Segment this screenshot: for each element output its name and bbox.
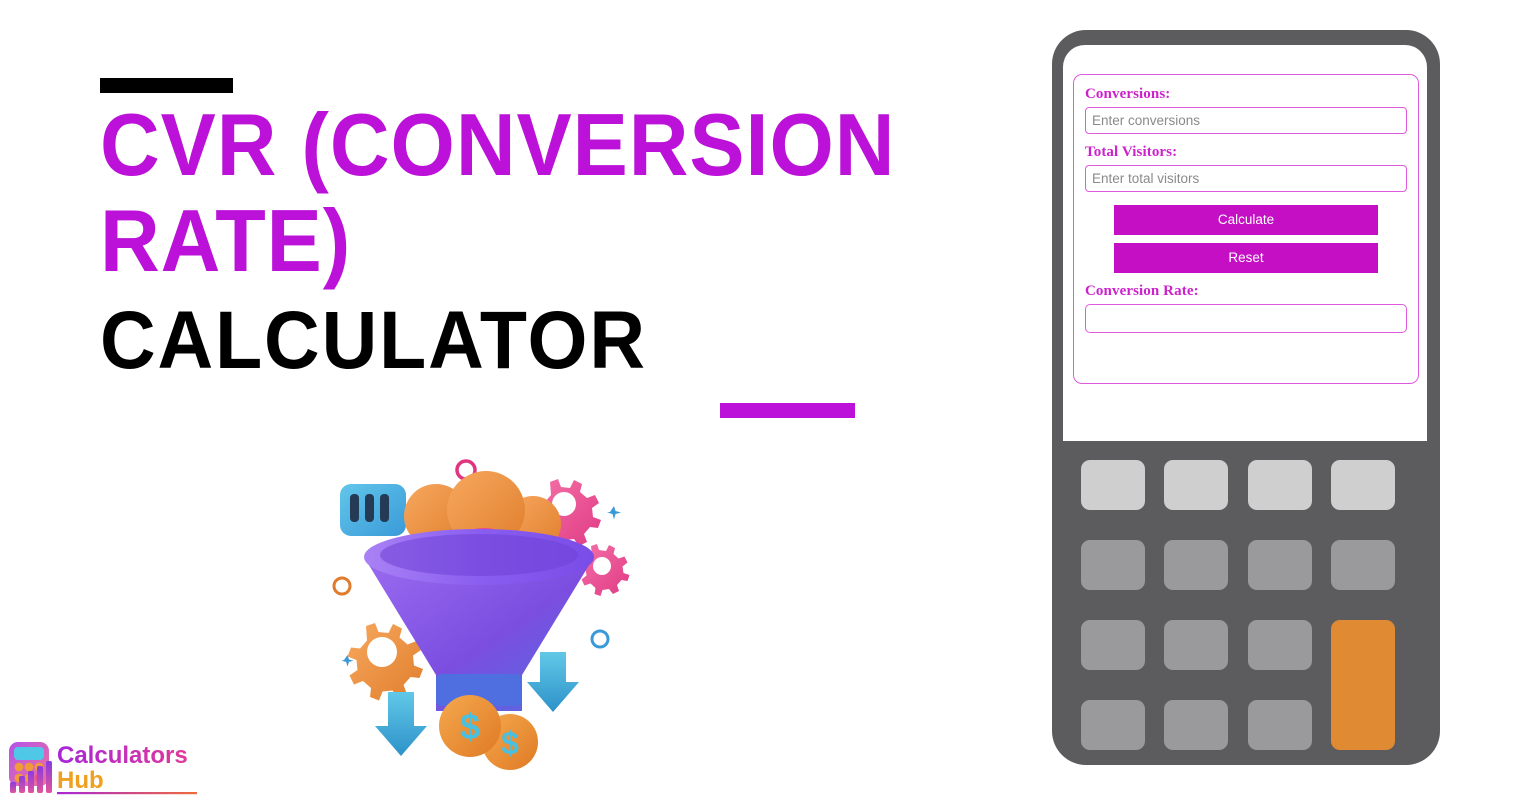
calculators-hub-logo[interactable]: Calculators Hub [4, 738, 220, 796]
keypad-key-equals-orange[interactable] [1331, 620, 1395, 750]
total-visitors-label: Total Visitors: [1085, 144, 1178, 160]
page-title: CVR (CONVERSION RATE) CALCULATOR [100, 97, 1000, 387]
calculator-keypad [1081, 460, 1395, 760]
keypad-key-r1c4[interactable] [1331, 460, 1395, 510]
conversion-rate-label: Conversion Rate: [1085, 283, 1199, 299]
keypad-key-r3c2[interactable] [1164, 620, 1228, 670]
hero-section: CVR (CONVERSION RATE) CALCULATOR $ $ Cal… [0, 0, 1020, 800]
page-title-line-2: RATE) [100, 191, 352, 290]
field-group-total-visitors: Total Visitors: [1085, 143, 1407, 192]
calculator-device: Conversions: Total Visitors: Calculate R… [1052, 30, 1440, 765]
keypad-key-r2c3[interactable] [1248, 540, 1312, 590]
title-rule-top [100, 78, 233, 93]
ring-orange [332, 576, 352, 596]
keypad-key-r2c1[interactable] [1081, 540, 1145, 590]
keypad-key-r3c1[interactable] [1081, 620, 1145, 670]
total-visitors-input[interactable] [1085, 165, 1407, 192]
arrow-down-right [527, 652, 579, 712]
title-rule-bottom [720, 403, 855, 418]
conversion-funnel-illustration: $ $ [318, 452, 638, 777]
calculator-screen: Conversions: Total Visitors: Calculate R… [1063, 45, 1427, 441]
page-title-line-3: CALCULATOR [100, 295, 647, 386]
ring-blue [590, 629, 610, 649]
conversions-input[interactable] [1085, 107, 1407, 134]
reset-button[interactable]: Reset [1114, 243, 1378, 273]
cvr-calculator-form: Conversions: Total Visitors: Calculate R… [1073, 74, 1419, 384]
svg-text:$: $ [460, 706, 480, 747]
logo-word-hub: Hub [57, 767, 104, 794]
calculate-button[interactable]: Calculate [1114, 205, 1378, 235]
svg-text:$: $ [501, 725, 519, 761]
conversions-label: Conversions: [1085, 86, 1171, 102]
keypad-key-r1c2[interactable] [1164, 460, 1228, 510]
conversion-rate-output[interactable] [1085, 304, 1407, 333]
keypad-key-r4c3[interactable] [1248, 700, 1312, 750]
keypad-key-r2c4[interactable] [1331, 540, 1395, 590]
keypad-key-r1c3[interactable] [1248, 460, 1312, 510]
keypad-key-r2c2[interactable] [1164, 540, 1228, 590]
field-group-conversion-rate: Conversion Rate: [1085, 282, 1407, 333]
keypad-key-r3c3[interactable] [1248, 620, 1312, 670]
keypad-key-r4c2[interactable] [1164, 700, 1228, 750]
form-actions: Calculate Reset [1085, 205, 1407, 273]
chart-card-icon [340, 484, 406, 536]
keypad-key-r4c1[interactable] [1081, 700, 1145, 750]
field-group-conversions: Conversions: [1085, 85, 1407, 134]
keypad-key-r1c1[interactable] [1081, 460, 1145, 510]
logo-word-calculators: Calculators [57, 742, 188, 769]
page-title-line-1: CVR (CONVERSION [100, 95, 896, 194]
logo-underline [57, 792, 197, 795]
arrow-down-left [375, 692, 427, 756]
coin-1: $ [439, 695, 501, 757]
